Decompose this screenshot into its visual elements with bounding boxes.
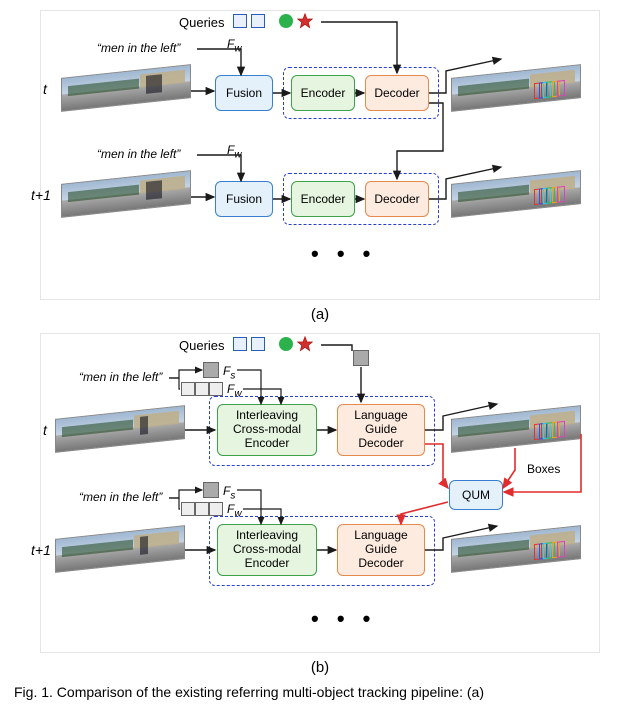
arrows-b <box>41 334 601 634</box>
figure-caption: Fig. 1. Comparison of the existing refer… <box>14 684 626 700</box>
sub-label-b: (b) <box>0 659 640 676</box>
diagram-b: Queries “men in the left” Fs Fw t Interl… <box>40 333 600 653</box>
sub-label-a: (a) <box>0 306 640 323</box>
arrows-a <box>41 11 601 271</box>
ellipsis: • • • <box>311 606 376 632</box>
diagram-a: Queries “men in the left” Fw t Fusion En… <box>40 10 600 300</box>
ellipsis: • • • <box>311 241 376 267</box>
